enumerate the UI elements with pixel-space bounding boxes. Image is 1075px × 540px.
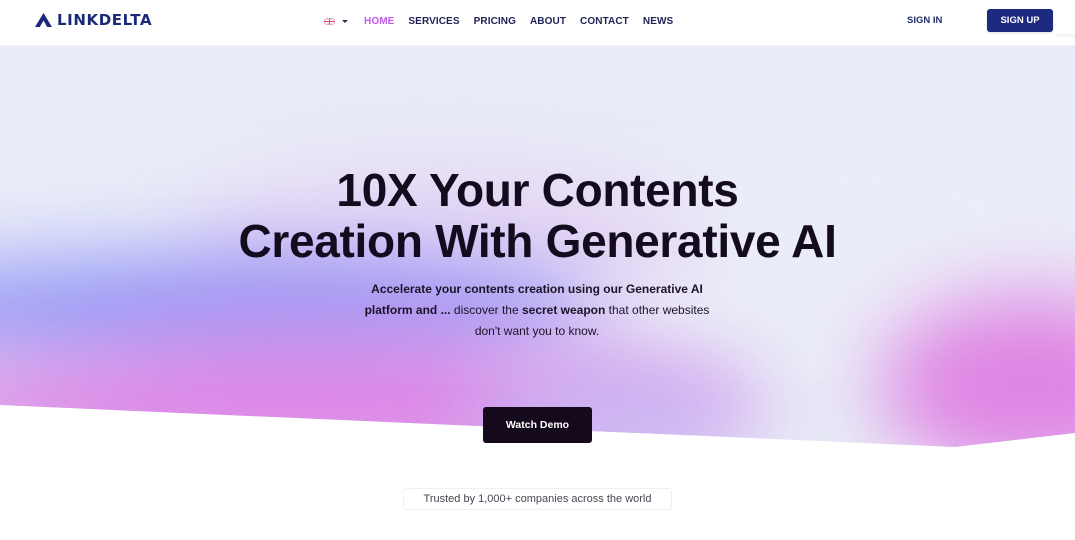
delta-chevron-icon xyxy=(35,13,52,27)
nav-item-contact[interactable]: CONTACT xyxy=(580,16,629,27)
nav-item-news[interactable]: NEWS xyxy=(643,16,673,27)
headline-line-1: 10X Your Contents xyxy=(336,164,739,216)
trusted-badge: Trusted by 1,000+ companies across the w… xyxy=(403,488,672,510)
hero-headline: 10X Your Contents Creation With Generati… xyxy=(0,165,1075,267)
logo-link[interactable]: LINKDELTA xyxy=(35,11,152,29)
top-navigation: LINKDELTA HOME SERVICES PRICING ABOUT CO… xyxy=(0,0,1075,46)
language-selector[interactable] xyxy=(324,17,348,25)
headline-line-2: Creation With Generative AI xyxy=(238,215,837,267)
nav-item-home[interactable]: HOME xyxy=(364,16,394,27)
trusted-text: Trusted by 1,000+ companies across the w… xyxy=(423,493,652,505)
hero-subtext: Accelerate your contents creation using … xyxy=(362,279,712,342)
chevron-down-icon xyxy=(342,19,348,23)
uk-flag-icon xyxy=(324,17,335,25)
main-menu: HOME SERVICES PRICING ABOUT CONTACT NEWS xyxy=(324,13,687,29)
nav-item-about[interactable]: ABOUT xyxy=(530,16,566,27)
nav-shadow xyxy=(1055,34,1075,38)
watch-demo-button[interactable]: Watch Demo xyxy=(483,407,592,443)
subtext-part-2: discover the xyxy=(450,303,522,317)
sign-in-link[interactable]: SIGN IN xyxy=(907,15,942,26)
nav-item-services[interactable]: SERVICES xyxy=(408,16,459,27)
logo-text: LINKDELTA xyxy=(57,11,153,29)
sign-up-button[interactable]: SIGN UP xyxy=(987,9,1053,32)
subtext-bold-2: secret weapon xyxy=(521,303,606,317)
nav-item-pricing[interactable]: PRICING xyxy=(474,16,516,27)
